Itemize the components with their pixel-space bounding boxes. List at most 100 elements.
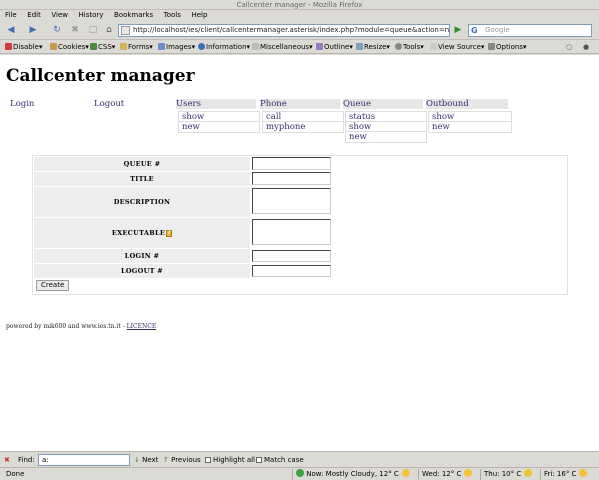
title-label: TITLE bbox=[34, 172, 250, 186]
nav-outbound-header: Outbound bbox=[426, 99, 508, 109]
login-number-field[interactable] bbox=[252, 250, 331, 262]
tools-icon bbox=[395, 43, 402, 50]
page-title: Callcenter manager bbox=[6, 66, 195, 86]
connection-icon bbox=[296, 469, 304, 477]
weather-sun-icon bbox=[524, 469, 533, 477]
forward-icon[interactable]: ▶ bbox=[26, 24, 40, 37]
dev-css-button[interactable]: CSS▾ bbox=[90, 42, 115, 52]
resize-icon bbox=[356, 43, 363, 50]
information-icon bbox=[198, 43, 205, 50]
dev-images-button[interactable]: Images▾ bbox=[158, 42, 195, 52]
dev-resize-button[interactable]: Resize▾ bbox=[356, 42, 390, 52]
executable-textarea[interactable] bbox=[252, 219, 331, 245]
weather-cloudy-icon bbox=[401, 469, 410, 477]
weather-fri[interactable]: Fri: 16° C bbox=[544, 469, 588, 480]
url-bar[interactable]: http://localhost/ies/client/callcenterma… bbox=[118, 24, 450, 37]
nav-queue-header: Queue bbox=[343, 99, 423, 109]
menu-view[interactable]: View bbox=[48, 10, 71, 21]
weather-thu[interactable]: Thu: 10° C bbox=[484, 469, 533, 480]
page-favicon-icon bbox=[121, 26, 130, 35]
match-case-checkbox[interactable]: Match case bbox=[256, 455, 304, 465]
queue-number-label: QUEUE # bbox=[34, 157, 250, 171]
dev-toolbar-menu-icon[interactable]: ● bbox=[583, 42, 589, 52]
new-tab-icon[interactable]: □ bbox=[86, 24, 100, 37]
reload-icon[interactable]: ↻ bbox=[50, 24, 64, 37]
find-close-icon[interactable]: ✖ bbox=[4, 455, 10, 465]
dev-cookies-button[interactable]: Cookies▾ bbox=[50, 42, 89, 52]
login-number-label: LOGIN # bbox=[34, 249, 250, 263]
footer: powered by mik600 and www.ies.tn.it - LI… bbox=[6, 323, 156, 330]
nav-queue-new-link[interactable]: new bbox=[345, 131, 427, 143]
find-label: Find: bbox=[18, 456, 35, 464]
find-previous-button[interactable]: ↑ Previous bbox=[163, 455, 201, 465]
outline-icon bbox=[316, 43, 323, 50]
arrow-down-icon: ↓ bbox=[134, 456, 140, 464]
help-icon[interactable]: ? bbox=[166, 230, 173, 237]
weather-sun-icon bbox=[464, 469, 473, 477]
images-icon bbox=[158, 43, 165, 50]
menu-tools[interactable]: Tools bbox=[161, 10, 184, 21]
new-queue-form: QUEUE # TITLE DESCRIPTION EXECUTABLE? LO… bbox=[32, 155, 568, 295]
create-button[interactable]: Create bbox=[36, 280, 70, 291]
dev-tools-button[interactable]: Tools▾ bbox=[395, 42, 424, 52]
css-icon bbox=[90, 43, 97, 50]
logout-number-label: LOGOUT # bbox=[34, 264, 250, 278]
options-icon bbox=[488, 43, 495, 50]
find-next-button[interactable]: ↓ Next bbox=[134, 455, 158, 465]
dev-miscellaneous-button[interactable]: Miscellaneous▾ bbox=[252, 42, 313, 52]
checkbox-icon bbox=[256, 457, 262, 463]
menu-history[interactable]: History bbox=[76, 10, 107, 21]
nav-users-header: Users bbox=[176, 99, 256, 109]
menu-help[interactable]: Help bbox=[188, 10, 210, 21]
dev-forms-button[interactable]: Forms▾ bbox=[120, 42, 153, 52]
nav-outbound-new-link[interactable]: new bbox=[428, 121, 512, 133]
dev-view-source-button[interactable]: View Source▾ bbox=[430, 42, 484, 52]
dev-toolbar-close-icon[interactable]: ○ bbox=[566, 42, 572, 52]
nav-logout-link[interactable]: Logout bbox=[94, 99, 124, 109]
logout-number-field[interactable] bbox=[252, 265, 331, 277]
dev-information-button[interactable]: Information▾ bbox=[198, 42, 250, 52]
menubar: File Edit View History Bookmarks Tools H… bbox=[0, 10, 599, 21]
status-text: Done bbox=[6, 470, 25, 478]
miscellaneous-icon bbox=[252, 43, 259, 50]
back-icon[interactable]: ◀ bbox=[4, 24, 18, 37]
executable-label-cell: EXECUTABLE? bbox=[34, 218, 250, 248]
licence-link[interactable]: LICENCE bbox=[127, 323, 157, 330]
find-bar: ✖ Find: a: ↓ Next ↑ Previous Highlight a… bbox=[0, 451, 599, 467]
dev-options-button[interactable]: Options▾ bbox=[488, 42, 527, 52]
dev-outline-button[interactable]: Outline▾ bbox=[316, 42, 353, 52]
status-bar: Done Now: Mostly Cloudy, 12° C Wed: 12° … bbox=[0, 467, 599, 480]
arrow-up-icon: ↑ bbox=[163, 456, 169, 464]
stop-icon[interactable]: ✖ bbox=[68, 24, 82, 37]
window-title: Callcenter manager - Mozilla Firefox bbox=[236, 1, 363, 9]
dev-disable-button[interactable]: Disable▾ bbox=[5, 42, 42, 52]
menu-edit[interactable]: Edit bbox=[24, 10, 44, 21]
description-textarea[interactable] bbox=[252, 188, 331, 214]
checkbox-icon bbox=[205, 457, 211, 463]
search-input[interactable]: G Google bbox=[468, 24, 592, 37]
title-field[interactable] bbox=[252, 172, 331, 185]
find-input[interactable]: a: bbox=[38, 454, 130, 466]
home-icon[interactable]: ⌂ bbox=[102, 24, 116, 37]
nav-login-link[interactable]: Login bbox=[10, 99, 34, 109]
weather-now[interactable]: Now: Mostly Cloudy, 12° C bbox=[296, 469, 410, 480]
google-icon: G bbox=[471, 26, 478, 35]
footer-text: powered by mik600 and www.ies.tn.it - bbox=[6, 323, 127, 330]
nav-users-new-link[interactable]: new bbox=[178, 121, 260, 133]
disable-icon bbox=[5, 43, 12, 50]
page-content: Callcenter manager Login Logout Users Ph… bbox=[0, 55, 599, 451]
go-icon[interactable]: ▶ bbox=[452, 24, 464, 37]
forms-icon bbox=[120, 43, 127, 50]
description-label: DESCRIPTION bbox=[34, 187, 250, 217]
queue-number-field[interactable] bbox=[252, 157, 331, 170]
weather-sun-icon bbox=[579, 469, 588, 477]
developer-toolbar: Disable▾ Cookies▾ CSS▾ Forms▾ Images▾ In… bbox=[0, 40, 599, 54]
menu-bookmarks[interactable]: Bookmarks bbox=[111, 10, 156, 21]
weather-wed[interactable]: Wed: 12° C bbox=[422, 469, 473, 480]
nav-phone-header: Phone bbox=[260, 99, 340, 109]
highlight-all-checkbox[interactable]: Highlight all bbox=[205, 455, 255, 465]
menu-file[interactable]: File bbox=[2, 10, 20, 21]
cookies-icon bbox=[50, 43, 57, 50]
nav-phone-myphone-link[interactable]: myphone bbox=[262, 121, 344, 133]
navigation-toolbar: ◀ ▶ ↻ ✖ □ ⌂ http://localhost/ies/client/… bbox=[0, 21, 599, 40]
